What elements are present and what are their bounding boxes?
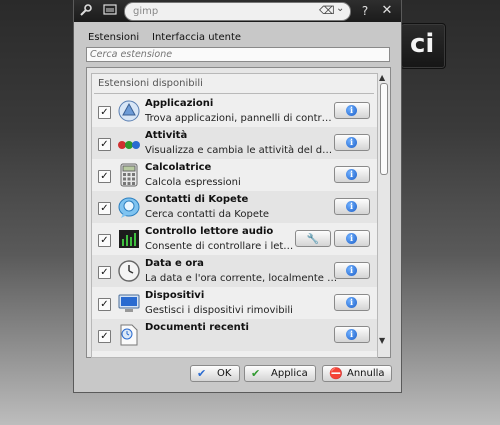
plugin-name: Controllo lettore audio [145,226,274,237]
krunner-bar: ⌫ ⌄ ? ✕ [74,0,401,22]
plugin-name: Dispositivi [145,290,205,301]
info-icon: i [346,297,357,308]
plugin-name: Calcolatrice [145,162,212,173]
plugin-name: Attività [145,130,188,141]
info-icon: i [346,201,357,212]
enable-checkbox[interactable]: ✓ [98,234,111,247]
wrench-icon[interactable] [78,3,94,19]
about-button[interactable]: i [334,166,370,183]
enable-checkbox[interactable]: ✓ [98,170,111,183]
plugin-description: Visualizza e cambia le attività del d… [145,145,333,156]
about-button[interactable]: i [334,326,370,343]
calculator-icon [117,163,141,187]
devices-icon [117,291,141,315]
info-icon: i [346,137,357,148]
extension-filter[interactable] [86,47,390,62]
list-item[interactable]: ✓ Data e ora La data e l'ora corrente, loc… [92,255,377,287]
tab-interfaccia-utente[interactable]: Interfaccia utente [152,32,241,43]
list-item[interactable]: ✓ Calcolatrice Calcola espressioni i [92,159,377,191]
list-item[interactable]: ✓ Controllo lettore audio Consente di cont… [92,223,377,255]
scrollbar[interactable]: ▲ ▼ [379,73,388,353]
group-title: Estensioni disponibili [98,78,203,89]
plugin-name: Documenti recenti [145,322,249,333]
about-button[interactable]: i [334,294,370,311]
enable-checkbox[interactable]: ✓ [98,298,111,311]
krunner-config-dialog: ⌫ ⌄ ? ✕ Estensioni Interfaccia utente Es… [73,0,402,393]
info-icon: i [346,329,357,340]
enable-checkbox[interactable]: ✓ [98,330,111,343]
about-button[interactable]: i [334,102,370,119]
krunner-search-box[interactable]: ⌫ ⌄ [124,2,351,21]
background-tile: ci [400,23,446,69]
enable-checkbox[interactable]: ✓ [98,138,111,151]
check-icon: ✔ [197,367,207,380]
chevron-down-icon[interactable]: ⌄ [336,3,344,14]
plugin-name: Contatti di Kopete [145,194,249,205]
clock-icon [117,259,141,283]
plugin-name: Applicazioni [145,98,214,109]
plugin-description: Cerca contatti da Kopete [145,209,270,220]
applications-icon [117,99,141,123]
info-icon: i [346,265,357,276]
plugin-list-frame: Estensioni disponibili ✓ Applicazioni Trov… [86,67,391,358]
scrollbar-thumb[interactable] [380,83,388,175]
about-button[interactable]: i [334,262,370,279]
about-button[interactable]: i [334,198,370,215]
list-item[interactable]: ✓ Dispositivi Gestisci i dispositivi rimov… [92,287,377,319]
clear-text-icon[interactable]: ⌫ [319,4,335,17]
plugin-name: Data e ora [145,258,204,269]
scroll-down-icon[interactable]: ▼ [379,337,385,345]
cancel-button[interactable]: ⛔ Annulla [322,365,392,382]
list-item[interactable]: ✓ Attività Visualizza e cambia le attività… [92,127,377,159]
activities-icon [117,131,141,155]
scroll-up-icon[interactable]: ▲ [379,73,385,82]
group-divider [94,93,374,94]
cancel-icon: ⛔ [329,367,343,380]
list-item[interactable]: ✓ Applicazioni Trova applicazioni, pannell… [92,95,377,127]
plugin-description: Calcola espressioni [145,177,241,188]
ok-button[interactable]: ✔ OK [190,365,240,382]
info-icon: i [346,233,357,244]
kopete-icon [117,195,141,219]
plugin-description: Gestisci i dispositivi rimovibili [145,305,293,316]
close-icon[interactable]: ✕ [379,3,395,19]
enable-checkbox[interactable]: ✓ [98,266,111,279]
plugin-description: La data e l'ora corrente, localmente … [145,273,338,284]
help-icon[interactable]: ? [357,3,373,19]
wrench-icon: 🔧 [306,234,320,245]
check-icon: ✔ [251,367,261,380]
enable-checkbox[interactable]: ✓ [98,202,111,215]
audio-player-icon [117,227,141,251]
about-button[interactable]: i [334,230,370,247]
search-input[interactable] [133,4,303,18]
about-button[interactable]: i [334,134,370,151]
list-item[interactable]: ✓ Documenti recenti i [92,319,377,351]
recent-documents-icon [117,323,141,347]
tab-estensioni[interactable]: Estensioni [88,32,139,43]
apply-button[interactable]: ✔ Applica [244,365,316,382]
info-icon: i [346,105,357,116]
enable-checkbox[interactable]: ✓ [98,106,111,119]
configure-button[interactable]: 🔧 [295,230,331,247]
list-item[interactable]: ✓ Contatti di Kopete Cerca contatti da Kop… [92,191,377,223]
plugin-list: Estensioni disponibili ✓ Applicazioni Trov… [91,73,378,358]
extension-search-input[interactable] [87,48,386,60]
screen-icon[interactable] [102,3,118,19]
info-icon: i [346,169,357,180]
plugin-description: Consente di controllare i let… [145,241,294,252]
plugin-description: Trova applicazioni, pannelli di contr… [145,113,332,124]
